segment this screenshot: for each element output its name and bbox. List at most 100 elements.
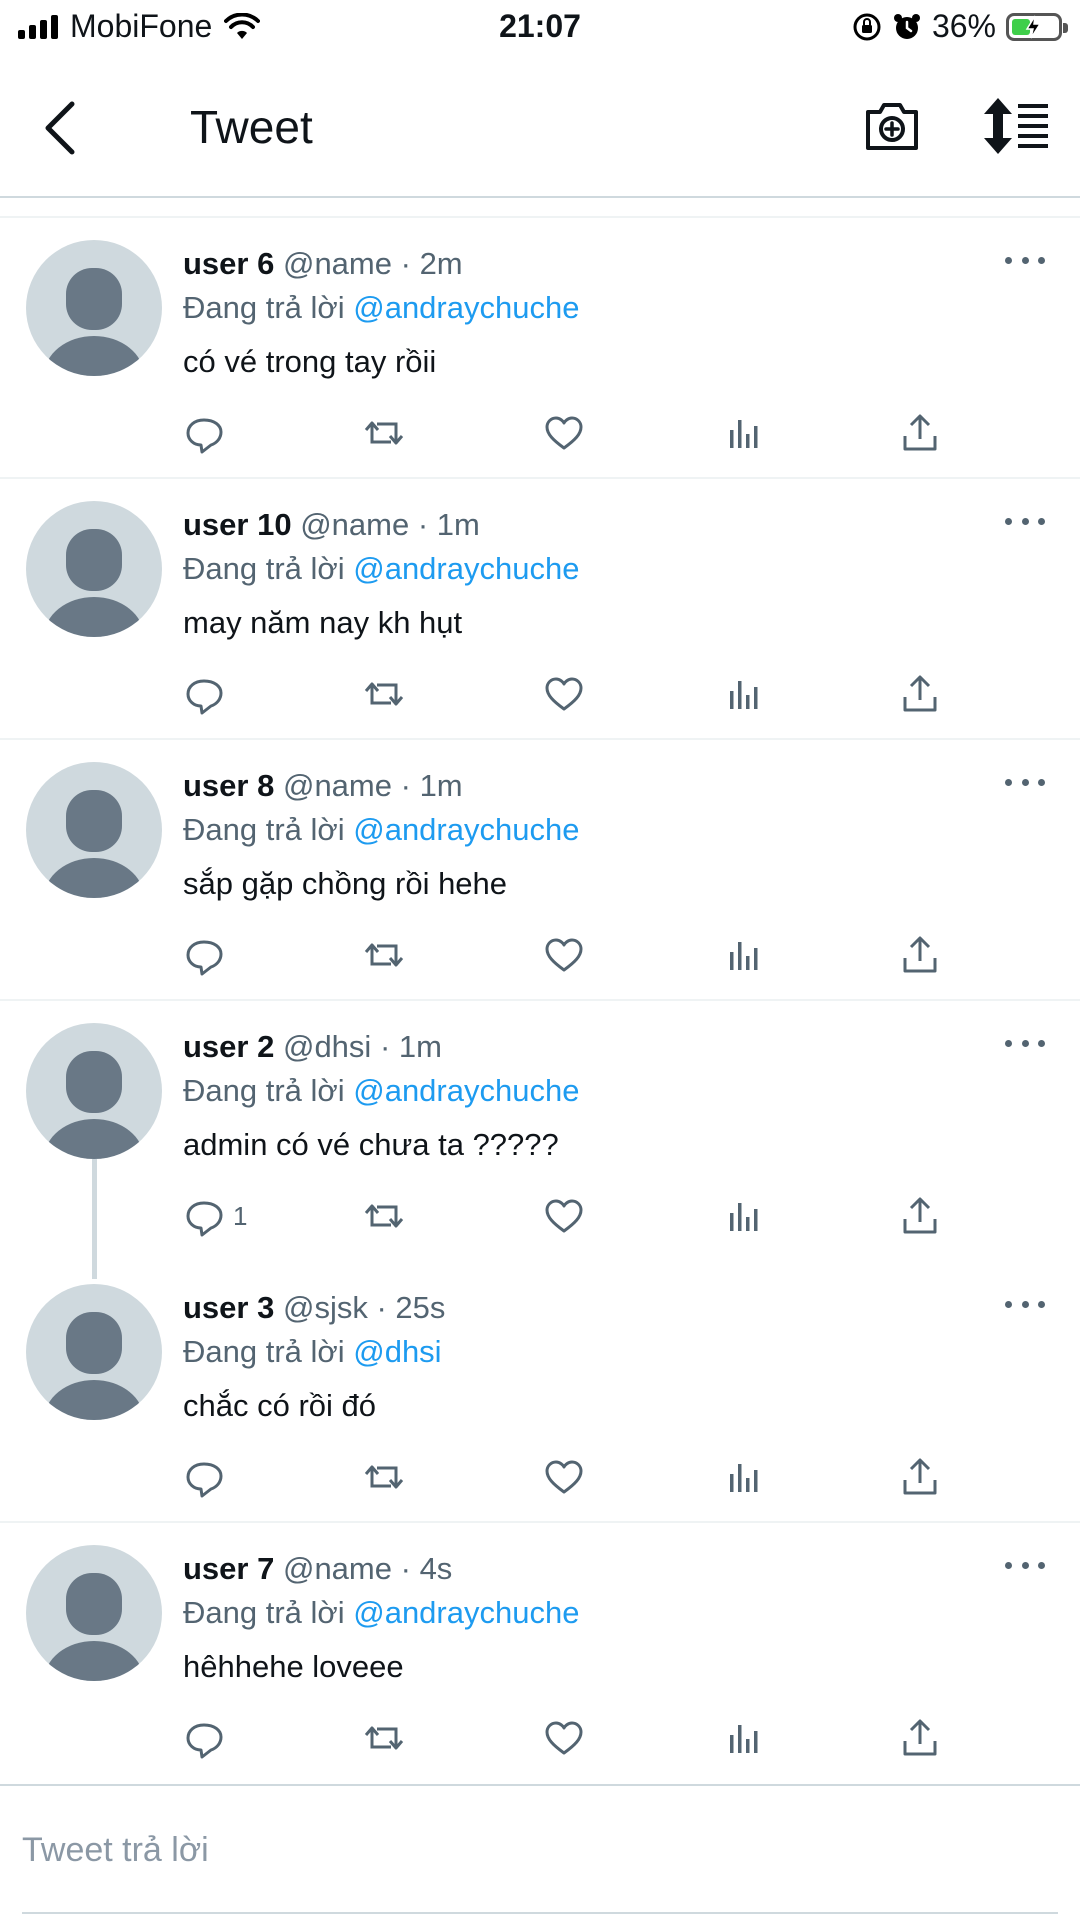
more-options-button[interactable] [1005, 509, 1045, 533]
share-icon [903, 1719, 937, 1756]
avatar[interactable] [26, 1284, 162, 1420]
like-icon [545, 1721, 583, 1755]
reply-button[interactable] [183, 1452, 233, 1502]
user-handle: @name [282, 246, 392, 281]
more-options-button[interactable] [1005, 1553, 1045, 1577]
like-button[interactable] [543, 1191, 585, 1241]
tweet-header: user 10 @name · 1m [183, 507, 480, 543]
tweet[interactable]: user 7 @name · 4s Đang trả lời @andraych… [0, 1523, 1080, 1784]
share-button[interactable] [899, 1713, 941, 1763]
analytics-button[interactable] [723, 930, 765, 980]
analytics-button[interactable] [723, 669, 765, 719]
reply-button[interactable] [183, 1713, 233, 1763]
user-name[interactable]: user 6 [183, 246, 274, 281]
retweet-button[interactable] [363, 669, 405, 719]
tweet-actions: 1 [183, 1191, 983, 1241]
battery-percent: 36% [931, 8, 996, 44]
separator-dot: · [400, 246, 411, 281]
avatar[interactable] [26, 1545, 162, 1681]
retweet-icon [364, 1465, 404, 1489]
timestamp: 1m [398, 1029, 442, 1064]
user-name[interactable]: user 10 [183, 507, 292, 542]
like-icon [545, 938, 583, 972]
mention-link[interactable]: @dhsi [353, 1334, 441, 1369]
share-button[interactable] [899, 669, 941, 719]
reply-button[interactable] [183, 669, 233, 719]
share-button[interactable] [899, 408, 941, 458]
timestamp: 1m [436, 507, 480, 542]
mention-link[interactable]: @andraychuche [353, 1595, 579, 1630]
like-button[interactable] [543, 408, 585, 458]
timestamp: 25s [395, 1290, 446, 1325]
user-name[interactable]: user 8 [183, 768, 274, 803]
avatar[interactable] [26, 240, 162, 376]
mention-link[interactable]: @andraychuche [353, 1073, 579, 1108]
retweet-button[interactable] [363, 930, 405, 980]
tweet[interactable]: user 3 @sjsk · 25s Đang trả lời @dhsi chắ… [0, 1262, 1080, 1523]
reply-count: 1 [233, 1200, 248, 1231]
reply-button[interactable] [183, 930, 233, 980]
user-name[interactable]: user 3 [183, 1290, 274, 1325]
retweet-button[interactable] [363, 1713, 405, 1763]
user-handle: @name [300, 507, 410, 542]
reply-input[interactable] [22, 1810, 1058, 1890]
like-icon [545, 416, 583, 450]
tweet-header: user 6 @name · 2m [183, 246, 463, 282]
more-options-button[interactable] [1005, 1292, 1045, 1316]
analytics-button[interactable] [723, 1452, 765, 1502]
mention-link[interactable]: @andraychuche [353, 812, 579, 847]
avatar[interactable] [26, 762, 162, 898]
more-options-button[interactable] [1005, 1031, 1045, 1055]
carrier-label: MobiFone [70, 8, 213, 44]
tweet-header: user 2 @dhsi · 1m [183, 1029, 442, 1065]
analytics-button[interactable] [723, 1713, 765, 1763]
reply-button[interactable]: 1 [183, 1191, 247, 1241]
analytics-button[interactable] [723, 408, 765, 458]
tweet-text: chắc có rồi đó [183, 1388, 376, 1423]
reply-button[interactable] [183, 408, 233, 458]
tweet[interactable]: user 8 @name · 1m Đang trả lời @andraych… [0, 740, 1080, 1001]
sort-replies-button[interactable] [982, 96, 1052, 156]
tweet[interactable]: user 2 @dhsi · 1m Đang trả lời @andraych… [0, 1001, 1080, 1279]
user-name[interactable]: user 7 [183, 1551, 274, 1586]
reply-icon [186, 940, 223, 976]
signal-icon [18, 14, 58, 39]
replying-to: Đang trả lời @andraychuche [183, 551, 579, 587]
separator-dot: · [400, 768, 411, 803]
tweet[interactable]: user 10 @name · 1m Đang trả lời @andrayc… [0, 479, 1080, 740]
share-button[interactable] [899, 1191, 941, 1241]
share-button[interactable] [899, 1452, 941, 1502]
user-name[interactable]: user 2 [183, 1029, 274, 1064]
analytics-icon [730, 1464, 758, 1492]
share-icon [903, 936, 937, 973]
retweet-icon [364, 421, 404, 445]
like-button[interactable] [543, 669, 585, 719]
tweet[interactable]: user 6 @name · 2m Đang trả lời @andraych… [0, 218, 1080, 479]
analytics-button[interactable] [723, 1191, 765, 1241]
replying-to: Đang trả lời @andraychuche [183, 812, 579, 848]
more-options-button[interactable] [1005, 770, 1045, 794]
top-nav-bar: Tweet [0, 60, 1080, 198]
share-icon [903, 414, 937, 451]
tweet-actions [183, 1713, 983, 1763]
like-button[interactable] [543, 1452, 585, 1502]
retweet-button[interactable] [363, 408, 405, 458]
tweet-actions [183, 408, 983, 458]
reply-composer [0, 1784, 1080, 1920]
camera-button[interactable] [862, 96, 922, 156]
retweet-button[interactable] [363, 1452, 405, 1502]
share-button[interactable] [899, 930, 941, 980]
mention-link[interactable]: @andraychuche [353, 290, 579, 325]
avatar[interactable] [26, 1023, 162, 1159]
retweet-button[interactable] [363, 1191, 405, 1241]
like-button[interactable] [543, 930, 585, 980]
avatar[interactable] [26, 501, 162, 637]
retweet-icon [364, 1204, 404, 1228]
like-button[interactable] [543, 1713, 585, 1763]
status-bar: MobiFone 21:07 36% [0, 0, 1080, 56]
replying-to-label: Đang trả lời [183, 1073, 354, 1108]
more-options-button[interactable] [1005, 248, 1045, 272]
separator-dot: · [379, 1029, 391, 1064]
mention-link[interactable]: @andraychuche [353, 551, 579, 586]
back-button[interactable] [32, 98, 88, 158]
